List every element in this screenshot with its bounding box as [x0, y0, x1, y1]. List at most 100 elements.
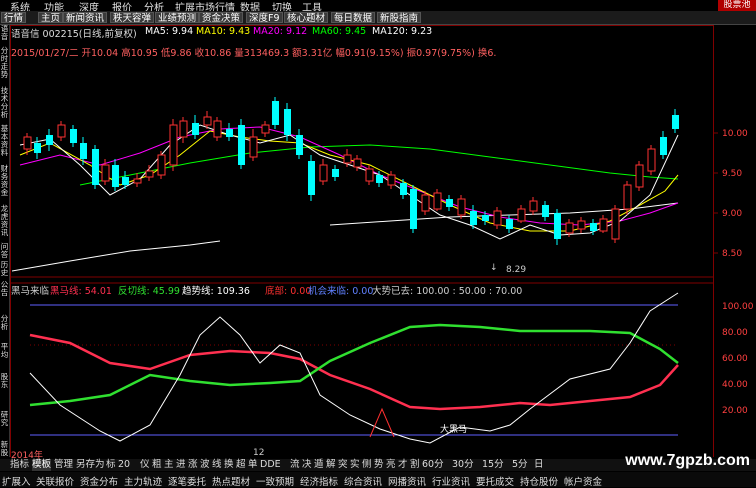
sidebar-item-tech-analysis[interactable]: 技术分析 [0, 87, 9, 119]
indicator-tab-25[interactable]: 亮 [386, 459, 396, 471]
indicator-tab-8[interactable]: 主 [164, 459, 174, 471]
sidebar-item-finance[interactable]: 财务资金 [0, 165, 9, 197]
footer-tab-7[interactable]: 经济指标 [300, 474, 338, 488]
footer-tab-12[interactable]: 持仓股份 [520, 474, 558, 488]
candle-body [421, 194, 430, 212]
indicator-tab-28[interactable]: 60分 [422, 459, 444, 471]
indicator-tab-17[interactable]: 流 [290, 459, 300, 471]
tab-home[interactable]: 主页 [38, 12, 64, 24]
candle-body [353, 158, 362, 168]
candle-body [80, 143, 87, 159]
candle-body [635, 164, 644, 188]
indicator-tab-26[interactable]: 才 [398, 459, 408, 471]
footer-tab-6[interactable]: 一致预期 [256, 474, 294, 488]
indicator-tab-11[interactable]: 波 [200, 459, 210, 471]
indicator-tab-2[interactable]: 管理 [54, 459, 73, 471]
candle-body [46, 135, 53, 145]
indicator-tab-15[interactable]: 单 [248, 459, 258, 471]
footer-tab-2[interactable]: 资金分布 [80, 474, 118, 488]
sidebar-item-qa[interactable]: 问答 [0, 243, 9, 259]
candle-body [192, 123, 199, 135]
indicator-tab-16[interactable]: DDE [260, 459, 281, 471]
candle-body [365, 168, 374, 182]
indicator-tab-9[interactable]: 进 [176, 459, 186, 471]
footer-tab-1[interactable]: 关联报价 [36, 474, 74, 488]
indicator-tab-7[interactable]: 粗 [152, 459, 162, 471]
candle-body [34, 143, 41, 153]
candle-body [122, 177, 129, 185]
footer-tab-5[interactable]: 热点题材 [212, 474, 250, 488]
sidebar-item-average[interactable]: 平均 [0, 343, 9, 359]
indicator-tab-30[interactable]: 15分 [482, 459, 504, 471]
indicator-tab-1[interactable]: 模板 [32, 459, 52, 471]
footer-tab-13[interactable]: 帐户资金 [564, 474, 602, 488]
tab-tianrong[interactable]: 秩天容弹 [110, 12, 155, 24]
indicator-tab-5[interactable]: 20 [118, 459, 130, 471]
indicator-tab-24[interactable]: 势 [374, 459, 384, 471]
indicator-tab-6[interactable]: 仪 [140, 459, 150, 471]
sidebar-item-holders[interactable]: 股东 [0, 373, 9, 389]
indicator-axis: 100.00 80.00 60.00 40.00 20.00 [722, 302, 754, 416]
indicator-tab-13[interactable]: 换 [224, 459, 234, 471]
indicator-tick-label: 100.00 [722, 302, 754, 312]
footer-tab-10[interactable]: 行业资讯 [432, 474, 470, 488]
tab-core-theme[interactable]: 核心题材 [284, 12, 329, 24]
footer-tab-11[interactable]: 要托成交 [476, 474, 514, 488]
sidebar-item-timeshare[interactable]: 分时走势 [0, 47, 9, 79]
indicator-tab-21[interactable]: 突 [338, 459, 348, 471]
indicator-tab-29[interactable]: 30分 [452, 459, 474, 471]
tab-f9[interactable]: 深度F9 [246, 12, 283, 24]
sidebar-item-0[interactable]: 语音 [0, 25, 9, 41]
indicator-tab-20[interactable]: 解 [326, 459, 336, 471]
candle-body [590, 223, 597, 231]
footer-tab-3[interactable]: 主力轨迹 [124, 474, 162, 488]
heima-line [29, 333, 679, 411]
price-tick-label: 9.00 [722, 209, 742, 219]
candle-body [376, 175, 383, 183]
indicator-tab-19[interactable]: 遁 [314, 459, 324, 471]
indicator-tab-4[interactable]: 标 [106, 459, 116, 471]
sidebar-item-notice[interactable]: 公告 [0, 281, 9, 297]
sidebar-item-dragon[interactable]: 龙虎资讯 [0, 205, 9, 237]
indicator-tab-22[interactable]: 实 [350, 459, 360, 471]
sidebar-item-new[interactable]: 新股 [0, 441, 9, 457]
footer-tab-0[interactable]: 扩展入 [2, 474, 31, 488]
indicator-tab-23[interactable]: 侧 [362, 459, 372, 471]
indicator-tab-12[interactable]: 线 [212, 459, 222, 471]
indicator-tab-27[interactable]: 割 [410, 459, 420, 471]
candle-body [332, 169, 339, 177]
indicator-tab-31[interactable]: 5分 [512, 459, 528, 471]
tab-news[interactable]: 新闻资讯 [63, 12, 108, 24]
indicator-tab-32[interactable]: 日 [534, 459, 544, 471]
price-axis: 10.00 9.50 9.00 8.50 [713, 129, 748, 259]
candle-body [203, 116, 212, 126]
tab-market[interactable]: 行情 [1, 12, 27, 24]
footer-tab-4[interactable]: 逐笔委托 [168, 474, 206, 488]
footer-tab-9[interactable]: 网播资讯 [388, 474, 426, 488]
indicator-tab-18[interactable]: 决 [302, 459, 312, 471]
indicator-tab-10[interactable]: 涨 [188, 459, 198, 471]
sidebar-item-analysis[interactable]: 分析 [0, 315, 9, 331]
candle-body [410, 189, 417, 229]
candle-body [308, 161, 315, 195]
candle-body [57, 124, 66, 138]
sidebar-item-history[interactable]: 历史 [0, 261, 9, 277]
candle-body [179, 120, 188, 138]
indicator-tab-14[interactable]: 超 [236, 459, 246, 471]
tab-earnings-forecast[interactable]: 业绩预测 [155, 12, 200, 24]
candle-body [169, 124, 178, 166]
candle-body [611, 208, 620, 240]
tab-fund-decision[interactable]: 资金决策 [199, 12, 244, 24]
footer-tab-8[interactable]: 综合资讯 [344, 474, 382, 488]
stock-pool-button[interactable]: 股票池 [718, 0, 756, 11]
tab-ipo-guide[interactable]: 新股指南 [377, 12, 422, 24]
candle-body [112, 165, 119, 187]
sidebar-item-basic-info[interactable]: 基本资料 [0, 125, 9, 157]
tab-daily-data[interactable]: 每日数据 [331, 12, 376, 24]
candle-body [272, 101, 279, 125]
watermark: www.7gpzb.com [625, 452, 750, 469]
fanqie-value: 反切线: 45.99 [118, 286, 180, 297]
indicator-tab-0[interactable]: 指标 [10, 459, 29, 471]
sidebar-item-research[interactable]: 研究 [0, 411, 9, 427]
indicator-tab-3[interactable]: 另存为 [76, 459, 105, 471]
